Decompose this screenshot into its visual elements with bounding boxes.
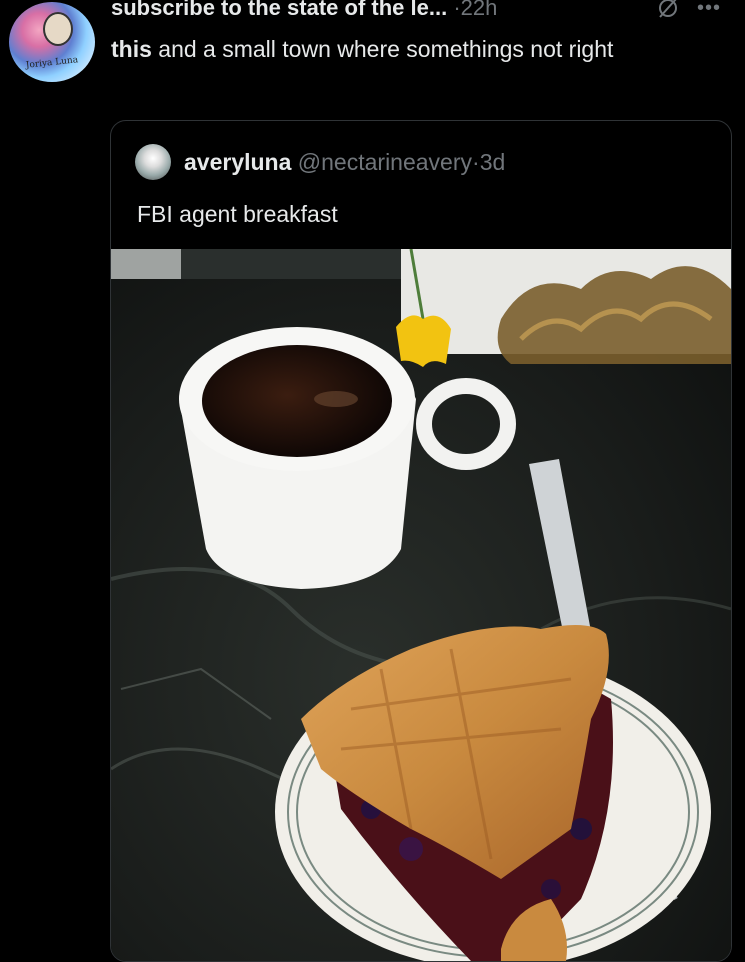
author-display-name[interactable]: subscribe to the state of the le... — [111, 0, 447, 20]
quoted-post-text: FBI agent breakfast — [137, 201, 338, 227]
post-timestamp[interactable]: 22h — [461, 0, 498, 20]
post-header: subscribe to the state of the le... ·22h… — [111, 0, 741, 22]
quoted-display-name[interactable]: averyluna — [184, 149, 291, 175]
coffee — [202, 345, 392, 457]
post-text-bold: this — [111, 36, 152, 62]
avatar-text: Joriya Luna — [25, 55, 79, 71]
author-avatar[interactable]: Joriya Luna — [9, 2, 95, 82]
quoted-post[interactable]: averyluna @nectarineavery·3d FBI agent b… — [110, 120, 732, 962]
quoted-post-header: averyluna @nectarineavery·3d — [184, 145, 505, 179]
post-text-rest: and a small town where somethings not ri… — [151, 36, 614, 62]
quoted-separator: · — [472, 149, 480, 175]
post-photo[interactable] — [111, 249, 731, 961]
quoted-handle[interactable]: @nectarineavery — [298, 149, 472, 175]
grok-icon[interactable] — [654, 0, 682, 20]
avatar-face — [43, 12, 73, 46]
header-separator: · — [453, 0, 461, 20]
post-text: this and a small town where somethings n… — [111, 32, 731, 66]
quoted-timestamp[interactable]: 3d — [480, 149, 506, 175]
more-icon[interactable]: ••• — [697, 0, 729, 19]
quoted-author-avatar[interactable] — [135, 144, 171, 180]
flower — [396, 315, 451, 367]
